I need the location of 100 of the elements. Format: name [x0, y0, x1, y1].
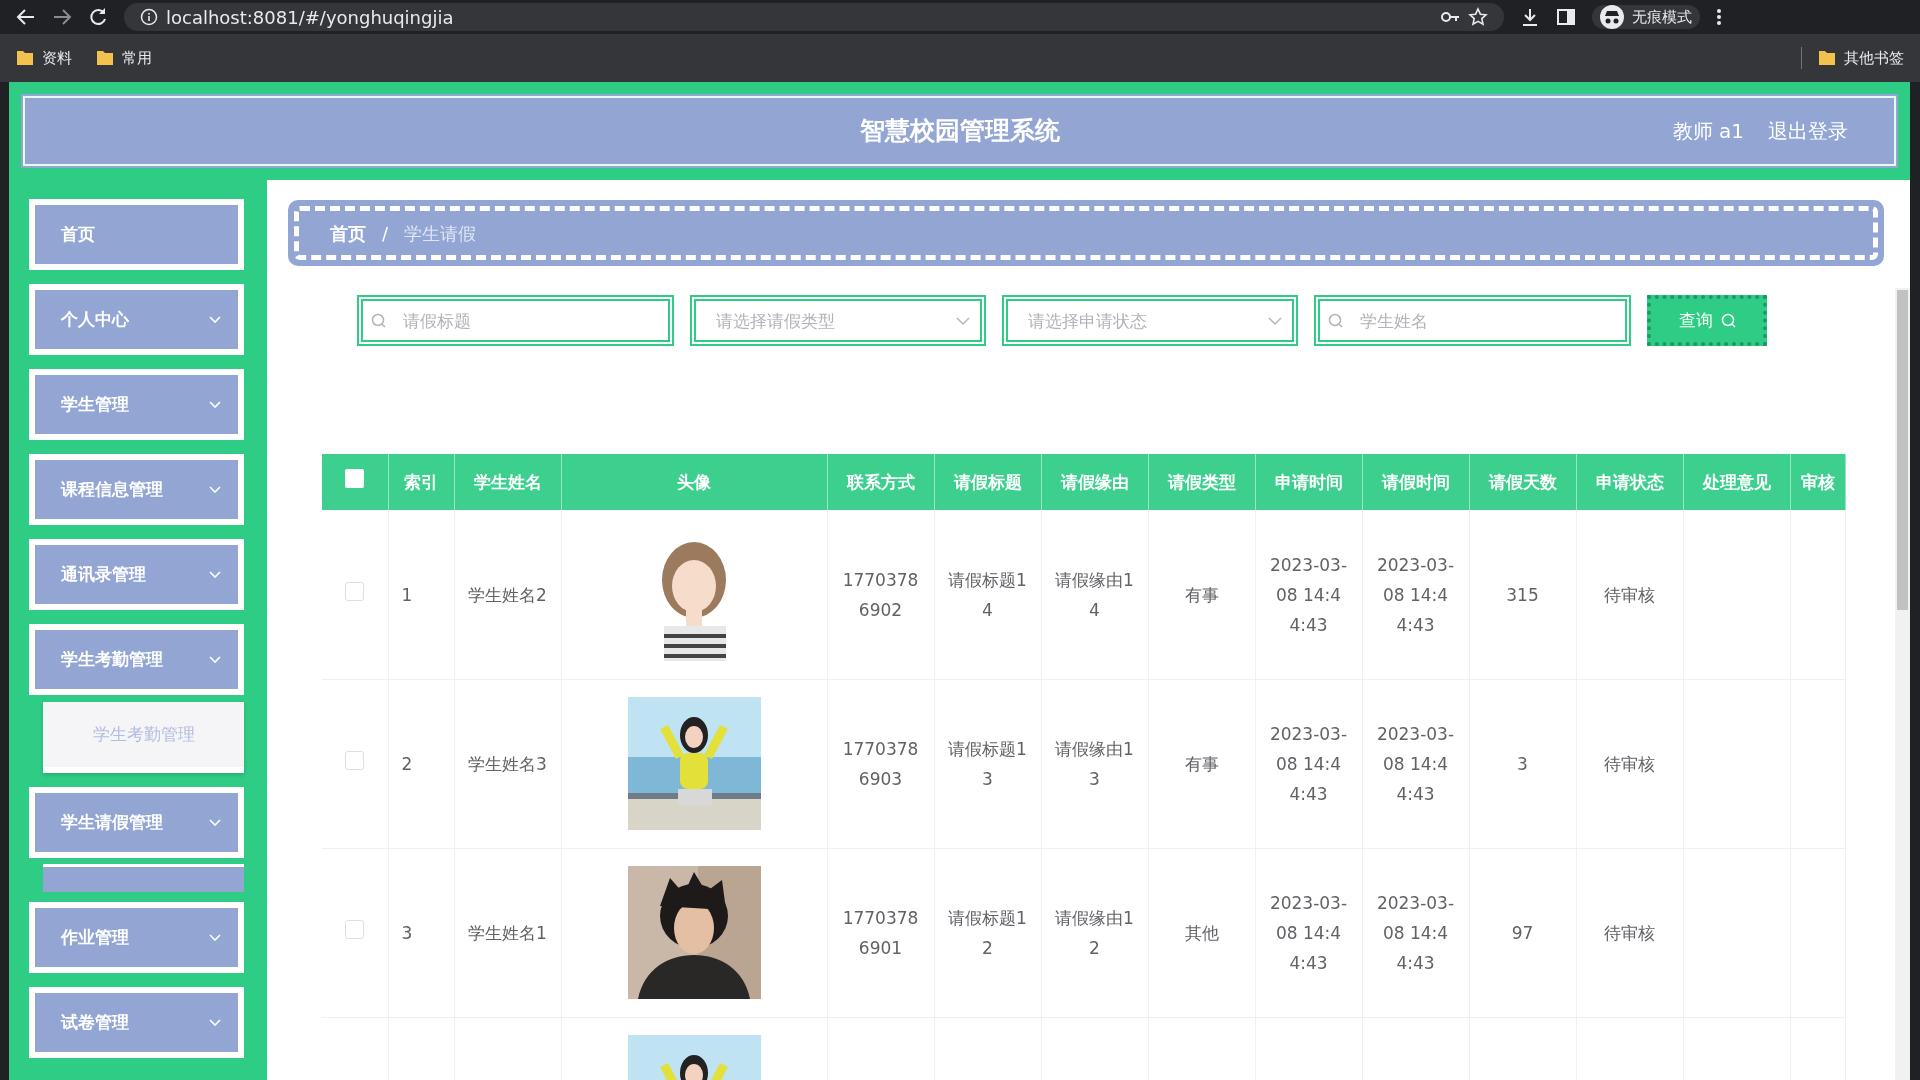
bookmark[interactable]: 资料 [16, 46, 72, 70]
back-icon[interactable] [16, 7, 36, 27]
table-cell: 请假标题13 [948, 738, 1027, 789]
table-cell: 17703786903 [842, 738, 919, 789]
select-field[interactable]: 请选择请假类型 [690, 295, 986, 347]
column-header[interactable]: 请假类型 [1148, 454, 1255, 511]
table-cell: 其他 [1184, 922, 1219, 943]
table-cell: 17703786901 [842, 907, 919, 958]
table-cell: 2023-03-08 14:44:43 [1269, 723, 1348, 804]
breadcrumb-separator: / [382, 221, 389, 246]
row-checkbox[interactable] [345, 919, 365, 939]
chevron-down-icon [208, 817, 222, 829]
table-cell: 请假标题14 [948, 569, 1027, 620]
sidebar-item[interactable]: 学生考勤管理 [29, 624, 244, 696]
scrollbar[interactable] [1895, 288, 1910, 1080]
table-cell: 97 [1511, 922, 1534, 943]
table-cell: 2023-03-08 14:44:43 [1269, 554, 1348, 635]
table-cell: 学生姓名3 [468, 753, 547, 774]
table-cell: 学生姓名1 [468, 922, 547, 943]
chevron-down-icon [208, 932, 222, 944]
app-title: 智慧校园管理系统 [859, 115, 1060, 148]
table-cell: 待审核 [1604, 753, 1655, 774]
search-field[interactable]: 学生姓名 [1314, 295, 1631, 347]
column-header[interactable]: 学生姓名 [454, 454, 561, 511]
table-cell: 3 [1517, 753, 1528, 774]
download-icon[interactable] [1520, 7, 1540, 27]
sidebar-item[interactable]: 课程信息管理 [29, 454, 244, 526]
search-icon [1328, 313, 1343, 329]
column-header[interactable]: 申请时间 [1255, 454, 1362, 511]
search-field[interactable]: 请假标题 [357, 295, 674, 347]
more-menu-icon[interactable] [1716, 7, 1722, 27]
table-cell: 315 [1506, 584, 1539, 605]
bookmark[interactable]: 其他书签 [1801, 46, 1904, 70]
chevron-down-icon [208, 314, 222, 326]
info-icon [140, 8, 158, 26]
search-button[interactable]: 查询 [1647, 295, 1767, 347]
reload-icon[interactable] [88, 7, 108, 27]
chevron-down-icon [208, 484, 222, 496]
column-header[interactable]: 请假标题 [934, 454, 1041, 511]
sidebar-item[interactable]: 学生管理 [29, 369, 244, 441]
column-header[interactable]: 联系方式 [827, 454, 934, 511]
breadcrumb-item[interactable]: 首页 [330, 219, 366, 247]
select-all-checkbox[interactable] [345, 469, 365, 488]
table-cell: 学生姓名2 [468, 584, 547, 605]
table-cell: 有事 [1184, 753, 1219, 774]
sidebar-item[interactable]: 学生请假管理 [29, 787, 244, 859]
column-header[interactable]: 头像 [561, 454, 827, 511]
profile-button[interactable]: 无痕模式 [1592, 5, 1700, 29]
table-cell: 待审核 [1604, 584, 1655, 605]
table-cell: 17703786902 [842, 569, 919, 620]
folder-icon [1818, 49, 1836, 67]
side-panel-icon[interactable] [1556, 7, 1576, 27]
column-header[interactable]: 审核 [1790, 454, 1845, 511]
column-header[interactable]: 处理意见 [1683, 454, 1790, 511]
table-cell: 待审核 [1604, 922, 1655, 943]
incognito-icon [1600, 5, 1624, 29]
sidebar-item[interactable]: 通讯录管理 [29, 539, 244, 611]
column-header[interactable]: 请假缘由 [1041, 454, 1148, 511]
chevron-down-icon [1268, 316, 1282, 327]
table-cell: 2 [401, 753, 413, 774]
column-header[interactable]: 索引 [388, 454, 454, 511]
table-cell: 2023-03-08 14:44:43 [1376, 554, 1455, 635]
folder-icon [96, 49, 114, 67]
row-checkbox[interactable] [345, 581, 365, 601]
chevron-down-icon [208, 569, 222, 581]
folder-icon [16, 49, 34, 67]
column-header[interactable]: 请假天数 [1469, 454, 1576, 511]
table-cell: 请假缘由12 [1055, 907, 1134, 958]
column-header[interactable]: 请假时间 [1362, 454, 1469, 511]
table-cell: 2023-03-08 14:44:43 [1376, 892, 1455, 973]
search-icon [1720, 313, 1736, 329]
sidebar-item[interactable]: 试卷管理 [29, 987, 244, 1059]
star-icon[interactable] [1468, 7, 1488, 27]
column-header[interactable]: 申请状态 [1576, 454, 1683, 511]
table-cell: 有事 [1184, 584, 1219, 605]
chevron-down-icon [208, 399, 222, 411]
table-cell: 请假缘由13 [1055, 738, 1134, 789]
sidebar-item[interactable]: 个人中心 [29, 284, 244, 356]
table-cell: 1 [401, 584, 413, 605]
table-cell: 3 [401, 922, 413, 943]
chevron-down-icon [208, 654, 222, 666]
bookmark[interactable]: 常用 [96, 46, 152, 70]
sidebar-item[interactable]: 首页 [29, 199, 244, 271]
chevron-down-icon [956, 316, 970, 327]
forward-icon[interactable] [52, 7, 72, 27]
table-cell: 请假缘由14 [1055, 569, 1134, 620]
table-cell: 请假标题12 [948, 907, 1027, 958]
submenu-item[interactable]: 学生考勤管理 [43, 702, 244, 774]
logout-link[interactable]: 退出登录 [1768, 116, 1848, 146]
sidebar-item[interactable]: 作业管理 [29, 902, 244, 974]
url-text: localhost:8081/#/yonghuqingjia [166, 5, 454, 30]
select-field[interactable]: 请选择申请状态 [1002, 295, 1298, 347]
row-checkbox[interactable] [345, 750, 365, 770]
table-cell: 2023-03-08 14:44:43 [1269, 892, 1348, 973]
breadcrumb-item: 学生请假 [404, 221, 477, 246]
search-icon [371, 313, 386, 329]
table-cell: 2023-03-08 14:44:43 [1376, 723, 1455, 804]
user-name: 教师 a1 [1672, 118, 1744, 145]
chevron-down-icon [208, 1017, 222, 1029]
address-bar[interactable]: localhost:8081/#/yonghuqingjia [124, 3, 1504, 31]
